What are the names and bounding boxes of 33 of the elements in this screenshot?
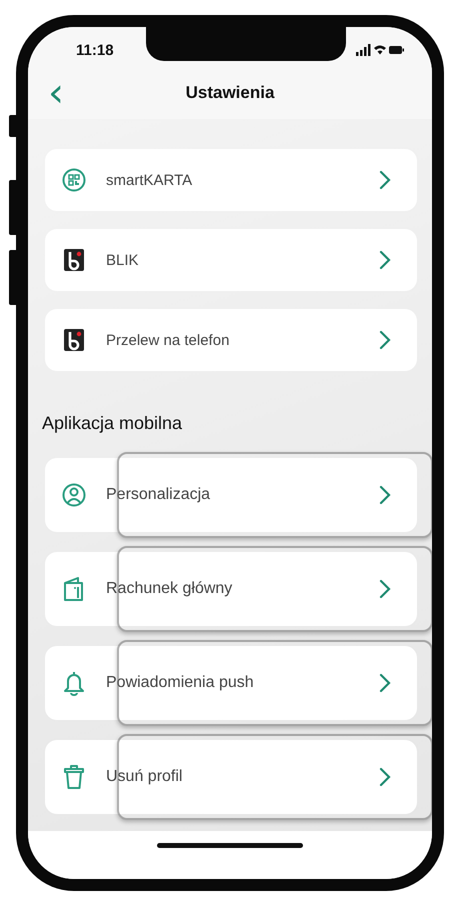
chevron-right-icon bbox=[379, 767, 391, 787]
blik-logo-icon bbox=[62, 249, 86, 271]
screen-title: Ustawienia bbox=[186, 83, 274, 103]
chevron-right-icon bbox=[379, 485, 391, 505]
row-label: BLIK bbox=[106, 252, 140, 268]
wallet-icon bbox=[62, 576, 86, 602]
chevron-right-icon bbox=[379, 250, 391, 270]
status-icons bbox=[356, 44, 404, 56]
settings-row[interactable]: BLIK bbox=[45, 229, 417, 291]
settings-row[interactable]: Usuń profil bbox=[45, 740, 417, 814]
status-time: 11:18 bbox=[76, 42, 114, 58]
chevron-right-icon bbox=[379, 170, 391, 190]
settings-row[interactable]: Rachunek główny bbox=[45, 552, 417, 626]
settings-row[interactable]: smartKARTA bbox=[45, 149, 417, 211]
chevron-right-icon bbox=[379, 673, 391, 693]
section-heading: Aplikacja mobilna bbox=[42, 413, 184, 434]
trash-icon bbox=[62, 764, 86, 790]
row-label: Usuń profil bbox=[106, 768, 184, 786]
back-button[interactable]: ‹ bbox=[44, 73, 68, 113]
user-icon bbox=[62, 482, 86, 508]
row-label: Personalizacja bbox=[106, 486, 212, 504]
bell-icon bbox=[62, 670, 86, 696]
row-label: smartKARTA bbox=[106, 172, 194, 188]
row-label: Przelew na telefon bbox=[106, 332, 230, 348]
row-label: Rachunek główny bbox=[106, 580, 234, 598]
settings-row[interactable]: Powiadomienia push bbox=[45, 646, 417, 720]
chevron-right-icon bbox=[379, 330, 391, 350]
qr-code-icon bbox=[62, 168, 86, 192]
chevron-right-icon bbox=[379, 579, 391, 599]
settings-row[interactable]: Personalizacja bbox=[45, 458, 417, 532]
row-label: Powiadomienia push bbox=[106, 674, 255, 692]
settings-row[interactable]: Przelew na telefon bbox=[45, 309, 417, 371]
blik-logo-icon bbox=[62, 329, 86, 351]
